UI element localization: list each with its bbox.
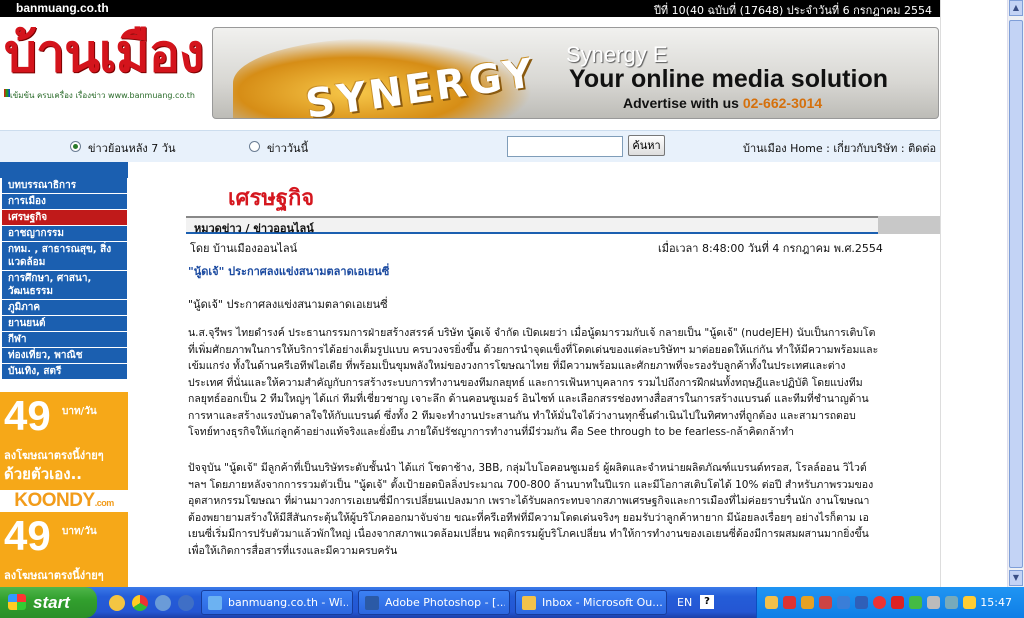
tray-display-icon[interactable]: [945, 596, 958, 609]
site-logo[interactable]: บ้านเมือง เข้มข้น ครบเครื่อง เรื่องข่าว …: [4, 23, 209, 123]
sidebar-top-stripe: [0, 162, 128, 178]
quicklaunch-outlook-icon[interactable]: [109, 595, 125, 611]
vertical-scrollbar[interactable]: ▲ ▼: [1007, 0, 1024, 587]
quicklaunch-ie-icon[interactable]: [178, 595, 194, 611]
nav-item-regional[interactable]: ภูมิภาค: [2, 300, 127, 316]
left-sidebar: บทบรรณาธิการ การเมือง เศรษฐกิจ อาชญากรรม…: [0, 162, 128, 587]
article-subhead: "นู้ดเจ้" ประกาศลงแข่งสนามตลาดเอเยนซี่: [188, 298, 388, 311]
article-datetime: เมื่อเวลา 8:48:00 วันที่ 4 กรกฎาคม พ.ศ.2…: [658, 242, 883, 255]
top-links[interactable]: บ้านเมือง Home : เกี่ยวกับบริษัท : ติดต่…: [743, 139, 936, 157]
tray-alert-icon[interactable]: [801, 596, 814, 609]
task-browser-label: banmuang.co.th - Wi...: [228, 596, 348, 609]
site-domain: banmuang.co.th: [16, 1, 109, 15]
nav-item-editorial[interactable]: บทบรรณาธิการ: [2, 178, 127, 194]
banner-line3: Advertise with us 02-662-3014: [623, 95, 822, 111]
task-photoshop-label: Adobe Photoshop - [...: [385, 596, 505, 609]
windows-taskbar: start banmuang.co.th - Wi... Adobe Photo…: [0, 587, 1024, 618]
ad-promo-2: ลงโฆษณาตรงนี้ง่ายๆ: [4, 569, 104, 582]
photoshop-icon: [365, 596, 379, 610]
start-label: start: [33, 593, 70, 612]
search-input[interactable]: [507, 136, 623, 157]
tray-record-icon[interactable]: [873, 596, 886, 609]
task-photoshop[interactable]: Adobe Photoshop - [...: [358, 590, 510, 615]
ad-brand-name: KOONDY: [14, 490, 95, 511]
radio-today-label[interactable]: ข่าววันนี้: [267, 139, 308, 157]
category-header: หมวดข่าว / ข่าวออนไลน์: [186, 216, 950, 235]
nav-item-economy[interactable]: เศรษฐกิจ: [2, 210, 127, 226]
language-indicator[interactable]: EN: [677, 596, 692, 609]
nav-item-crime[interactable]: อาชญากรรม: [2, 226, 127, 242]
nav-item-travel-commerce[interactable]: ท่องเที่ยว, พาณิช: [2, 348, 127, 364]
ad-unit: บาท/วัน: [62, 406, 97, 417]
article-paragraph-2: ปัจจุบัน "นู้ดเจ้" มีลูกค้าที่เป็นบริษัท…: [188, 462, 874, 557]
tray-network-icon[interactable]: [837, 596, 850, 609]
radio-today[interactable]: [249, 141, 260, 152]
ie-icon: [208, 596, 222, 610]
logo-tagline: เข้มข้น ครบเครื่อง เรื่องข่าว www.banmua…: [10, 91, 195, 100]
task-outlook[interactable]: Inbox - Microsoft Ou...: [515, 590, 667, 615]
scroll-up-arrow-icon[interactable]: ▲: [1009, 0, 1023, 16]
search-button[interactable]: ค้นหา: [628, 135, 665, 156]
tray-tool-icon[interactable]: [819, 596, 832, 609]
tray-update-icon[interactable]: [909, 596, 922, 609]
task-outlook-label: Inbox - Microsoft Ou...: [542, 596, 662, 609]
banner-phone: 02-662-3014: [742, 95, 823, 111]
ad-brand-suffix: .com: [94, 498, 115, 508]
nav-item-entertainment[interactable]: บันเทิง, สตรี: [2, 364, 127, 380]
task-browser[interactable]: banmuang.co.th - Wi...: [201, 590, 353, 615]
ad-price-2: 49: [4, 512, 51, 559]
search-strip: ข่าวย้อนหลัง 7 วัน ข่าววันนี้ ค้นหา บ้าน…: [0, 130, 940, 162]
ad-price: 49: [4, 392, 51, 439]
volume-icon[interactable]: [927, 596, 940, 609]
ad-unit-2: บาท/วัน: [62, 526, 97, 537]
article-paragraph-1: น.ส.จุรีพร ไทยดำรงค์ ประธานกรรมการฝ่ายสร…: [188, 327, 879, 438]
ad-diy: ด้วยตัวเอง..: [4, 465, 82, 483]
start-button[interactable]: start: [0, 587, 97, 618]
nav-item-politics[interactable]: การเมือง: [2, 194, 127, 210]
nav-item-sports[interactable]: กีฬา: [2, 332, 127, 348]
scrollbar-thumb[interactable]: [1009, 20, 1023, 568]
section-title: เศรษฐกิจ: [228, 186, 315, 211]
synergy-ad-banner[interactable]: SYNERGY Synergy E Your online media solu…: [212, 27, 939, 119]
article-byline: โดย บ้านเมืองออนไลน์: [190, 242, 298, 255]
nav-item-bangkok-health-env[interactable]: กทม. , สาธารณสุข, สิ่งแวดล้อม: [2, 242, 127, 271]
tray-device-icon[interactable]: [855, 596, 868, 609]
quicklaunch-desktop-icon[interactable]: [155, 595, 171, 611]
tray-mail-icon[interactable]: [765, 596, 778, 609]
category-label: หมวดข่าว / ข่าวออนไลน์: [194, 222, 314, 235]
site-top-bar: banmuang.co.th ปีที่ 10(40 ฉบับที่ (1764…: [0, 0, 940, 17]
page-right-gutter: [940, 0, 1007, 587]
category-nav: บทบรรณาธิการ การเมือง เศรษฐกิจ อาชญากรรม…: [2, 178, 127, 380]
logo-text: บ้านเมือง: [4, 24, 204, 84]
nav-item-automotive[interactable]: ยานยนต์: [2, 316, 127, 332]
scroll-down-arrow-icon[interactable]: ▼: [1009, 570, 1023, 586]
site-header: บ้านเมือง เข้มข้น ครบเครื่อง เรื่องข่าว …: [0, 17, 940, 130]
koondy-brand-logo[interactable]: KOONDY.com: [0, 490, 128, 512]
article-headline: "นู้ดเจ้" ประกาศลงแข่งสนามตลาดเอเยนซี่: [188, 265, 390, 278]
outlook-icon: [522, 596, 536, 610]
quicklaunch-chrome-icon[interactable]: [132, 595, 148, 611]
taskbar-clock[interactable]: 15:47: [980, 596, 1012, 609]
banner-advertise-text: Advertise with us: [623, 95, 739, 111]
radio-7days-label[interactable]: ข่าวย้อนหลัง 7 วัน: [88, 139, 176, 157]
windows-logo-icon: [8, 594, 26, 610]
tray-security-icon[interactable]: [783, 596, 796, 609]
koondy-ad-bottom[interactable]: 49 บาท/วัน ลงโฆษณาตรงนี้ง่ายๆ: [0, 512, 128, 587]
browser-page: banmuang.co.th ปีที่ 10(40 ฉบับที่ (1764…: [0, 0, 1024, 618]
banner-line2: Your online media solution: [569, 65, 888, 93]
radio-7days[interactable]: [70, 141, 81, 152]
tray-battery-icon[interactable]: [963, 596, 976, 609]
article-area: เศรษฐกิจ หมวดข่าว / ข่าวออนไลน์ โดย บ้าน…: [128, 162, 950, 587]
tray-antivirus-icon[interactable]: [891, 596, 904, 609]
koondy-ad-top[interactable]: 49 บาท/วัน ลงโฆษณาตรงนี้ง่ายๆ ด้วยตัวเอง…: [0, 392, 128, 490]
nav-item-education-religion[interactable]: การศึกษา, ศาสนา, วัฒนธรรม: [2, 271, 127, 300]
help-icon[interactable]: ?: [700, 595, 714, 609]
system-tray: 15:47: [756, 587, 1024, 618]
